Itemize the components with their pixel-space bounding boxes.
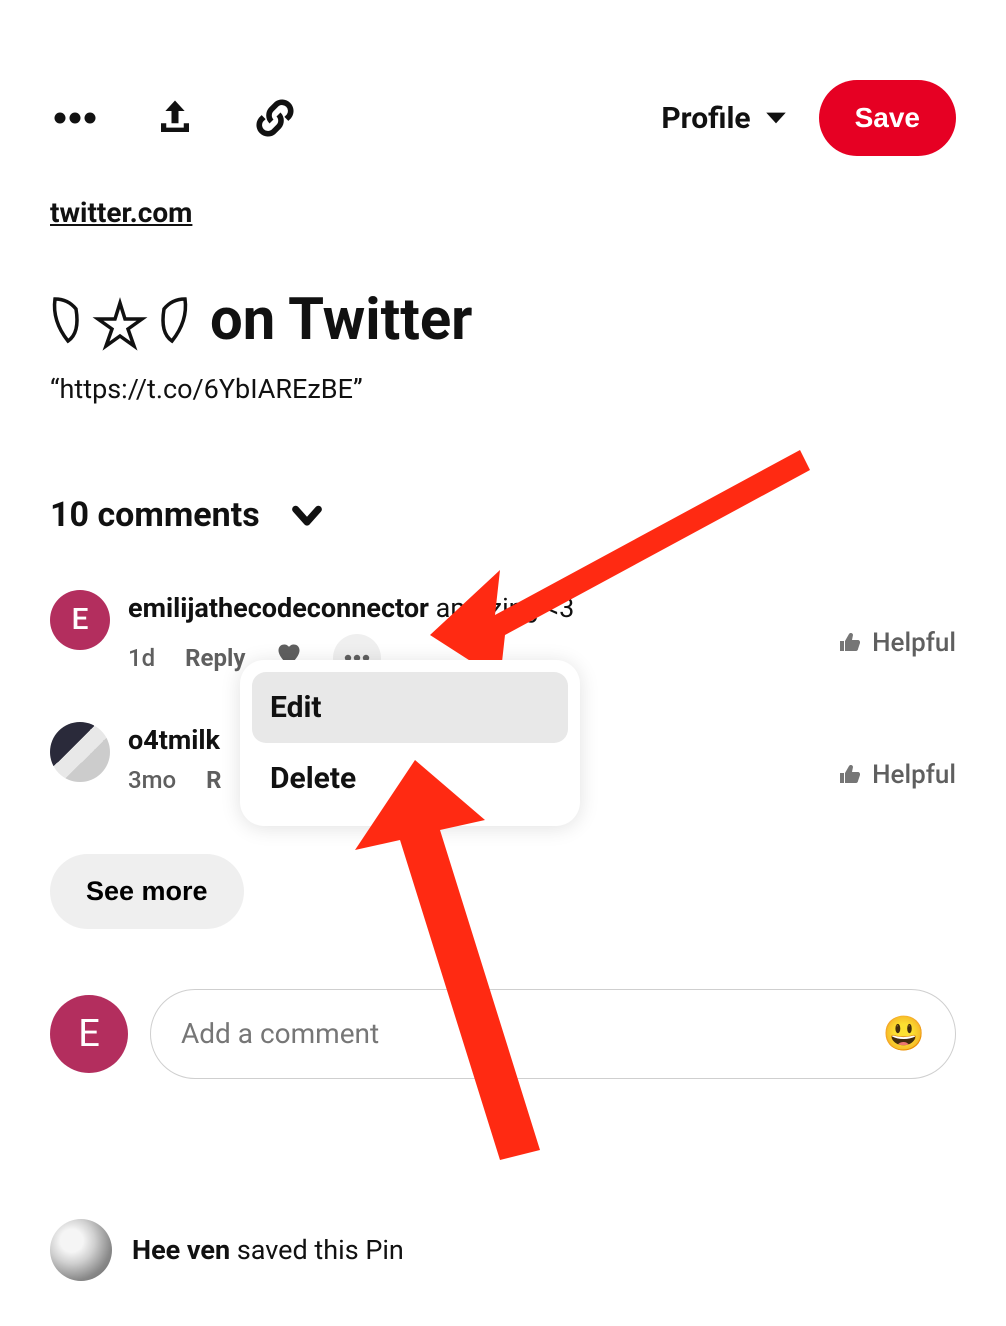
- top-bar: Profile Save: [50, 80, 956, 156]
- comment-username[interactable]: emilijathecodeconnector: [128, 592, 429, 624]
- helpful-label: Helpful: [872, 628, 956, 658]
- comment-actions-menu: Edit Delete: [240, 660, 580, 826]
- pin-title-row: on Twitter: [50, 289, 956, 353]
- comments-count: 10 comments: [50, 495, 260, 535]
- top-right-actions: Profile Save: [661, 80, 956, 156]
- reply-button[interactable]: Reply: [185, 644, 245, 672]
- current-user-avatar[interactable]: E: [50, 995, 128, 1073]
- menu-item-delete[interactable]: Delete: [252, 743, 568, 814]
- comment-text: amazing <3: [429, 592, 574, 624]
- board-label: Profile: [661, 101, 750, 136]
- source-link[interactable]: twitter.com: [50, 196, 192, 229]
- saved-by-row: Hee ven saved this Pin: [50, 1219, 956, 1281]
- see-more-button[interactable]: See more: [50, 854, 244, 929]
- comment-input-row: E Add a comment 😃: [50, 989, 956, 1079]
- helpful-label: Helpful: [872, 760, 956, 790]
- copy-link-button[interactable]: [250, 93, 300, 143]
- saved-by-avatar[interactable]: [50, 1219, 112, 1281]
- emoji-button[interactable]: 😃: [883, 1014, 925, 1054]
- comment-input[interactable]: Add a comment 😃: [150, 989, 956, 1079]
- board-selector[interactable]: Profile: [661, 101, 788, 136]
- helpful-button[interactable]: Helpful: [838, 760, 956, 790]
- link-icon: [254, 97, 296, 139]
- more-horizontal-icon: [54, 112, 96, 124]
- menu-item-edit[interactable]: Edit: [252, 672, 568, 743]
- pin-title: on Twitter: [210, 289, 472, 353]
- avatar[interactable]: [50, 722, 110, 782]
- comment-placeholder: Add a comment: [181, 1017, 379, 1050]
- comments-header[interactable]: 10 comments: [50, 495, 956, 535]
- comment-text-line: emilijathecodeconnector amazing <3: [128, 592, 956, 624]
- comment-time: 3mo: [128, 766, 176, 794]
- comment-username[interactable]: o4tmilk: [128, 724, 220, 756]
- chevron-down-icon: [290, 498, 324, 532]
- pin-subtitle: “https://t.co/6YbIAREzBE”: [50, 373, 956, 405]
- avatar[interactable]: E: [50, 590, 110, 650]
- title-decoration-icon: [50, 291, 190, 351]
- share-icon: [154, 97, 196, 139]
- saved-by-username[interactable]: Hee ven: [132, 1234, 230, 1266]
- helpful-button[interactable]: Helpful: [838, 628, 956, 658]
- comment-time: 1d: [128, 644, 155, 672]
- thumbs-up-icon: [838, 631, 862, 655]
- share-button[interactable]: [150, 93, 200, 143]
- chevron-down-icon: [763, 105, 789, 131]
- saved-by-suffix: saved this Pin: [230, 1234, 404, 1266]
- thumbs-up-icon: [838, 763, 862, 787]
- more-options-button[interactable]: [50, 93, 100, 143]
- reply-button[interactable]: R: [206, 766, 221, 794]
- saved-by-text: Hee ven saved this Pin: [132, 1234, 404, 1266]
- save-button[interactable]: Save: [819, 80, 956, 156]
- top-left-actions: [50, 93, 300, 143]
